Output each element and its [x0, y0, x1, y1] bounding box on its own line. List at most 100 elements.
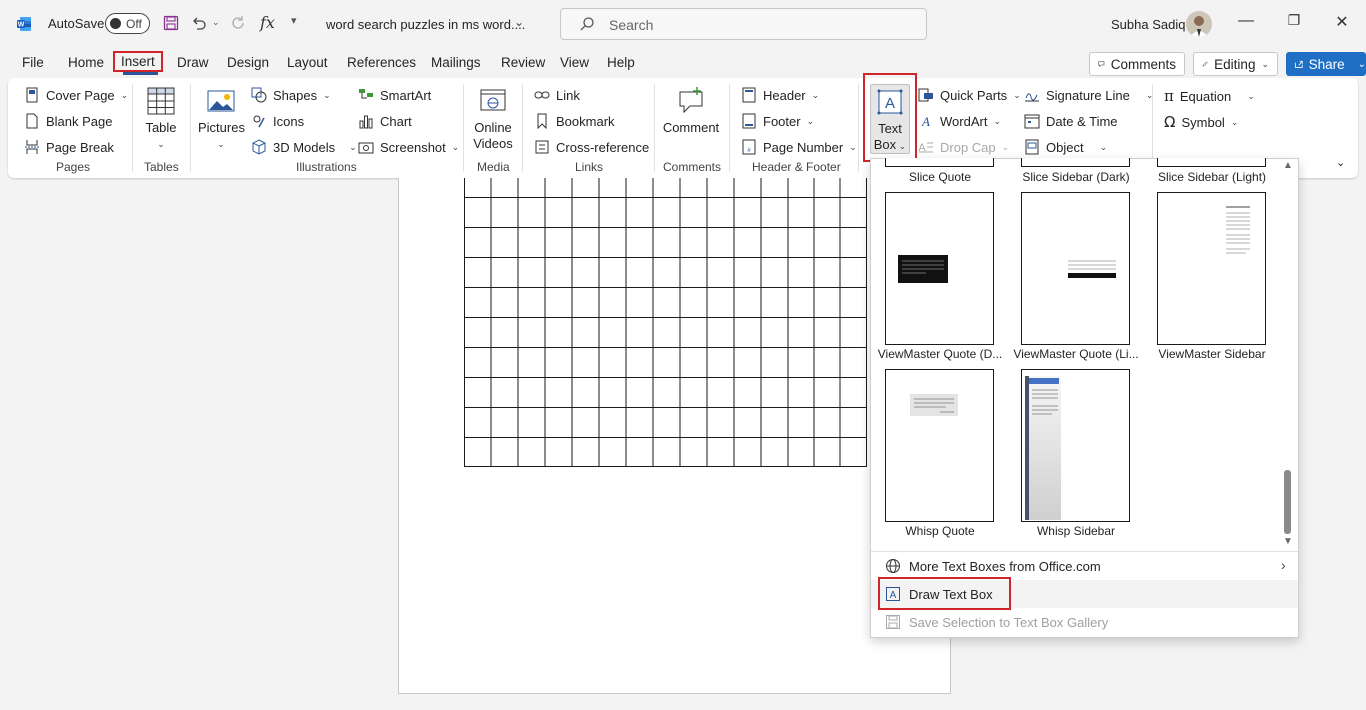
- restore-icon[interactable]: ❐: [1282, 12, 1306, 29]
- scroll-down-arrow-icon[interactable]: ▼: [1283, 536, 1293, 547]
- editing-button[interactable]: Editing ⌄: [1193, 52, 1278, 76]
- gallery-scrollbar[interactable]: ▲ ▼: [1281, 160, 1295, 548]
- user-name[interactable]: Subha Sadiq: [1111, 17, 1185, 32]
- thumbnail-slice-sidebar-dark[interactable]: [1021, 158, 1130, 167]
- minimize-icon[interactable]: —: [1234, 12, 1258, 30]
- signature-line-button[interactable]: Signature Line ⌄: [1024, 87, 1153, 103]
- comments-button[interactable]: Comments: [1089, 52, 1185, 76]
- object-button[interactable]: Object ⌄: [1024, 139, 1107, 155]
- autosave-toggle[interactable]: Off: [105, 13, 150, 34]
- tab-insert[interactable]: Insert: [113, 51, 163, 72]
- share-button[interactable]: Share ⌄: [1286, 52, 1366, 76]
- icons-icon: [253, 115, 265, 128]
- footer-button[interactable]: Footer ⌄: [741, 113, 814, 129]
- drop-cap-button[interactable]: A Drop Cap ⌄: [918, 139, 1009, 155]
- document-title[interactable]: word search puzzles in ms word....: [326, 17, 525, 32]
- tab-review[interactable]: Review: [501, 55, 545, 70]
- thumbnail-slice-sidebar-light[interactable]: [1157, 158, 1266, 167]
- tab-mailings[interactable]: Mailings: [431, 55, 481, 70]
- search-box[interactable]: Search: [560, 8, 927, 40]
- scrollbar-thumb[interactable]: [1284, 470, 1291, 534]
- customize-toolbar-icon[interactable]: ▾: [291, 14, 297, 27]
- chevron-down-icon[interactable]: ⌄: [1358, 59, 1366, 70]
- page-break-icon: [25, 140, 39, 154]
- save-icon[interactable]: [163, 15, 179, 31]
- online-videos-label-line1: Online: [474, 120, 512, 135]
- tab-design[interactable]: Design: [227, 55, 269, 70]
- date-time-button[interactable]: Date & Time: [1024, 113, 1118, 129]
- symbol-button[interactable]: Ω Symbol ⌄: [1164, 113, 1238, 131]
- thumbnail-whisp-quote[interactable]: [885, 369, 994, 522]
- save-selection-item[interactable]: Save Selection to Text Box Gallery: [871, 608, 1298, 636]
- undo-dropdown-chevron-icon[interactable]: ⌄: [212, 17, 220, 28]
- online-videos-button[interactable]: Online Videos: [470, 86, 516, 152]
- icons-button[interactable]: Icons: [251, 113, 304, 129]
- drop-cap-icon: A: [918, 142, 933, 154]
- date-time-label: Date & Time: [1046, 113, 1118, 129]
- pictures-button[interactable]: Pictures ⌄: [198, 86, 245, 152]
- comments-label: Comments: [1110, 56, 1176, 72]
- more-text-boxes-item[interactable]: More Text Boxes from Office.com ›: [871, 552, 1298, 580]
- 3d-cube-icon: [252, 139, 266, 155]
- quick-parts-button[interactable]: Quick Parts ⌄: [918, 87, 1021, 103]
- thumbnail-viewmaster-quote-light[interactable]: [1021, 192, 1130, 345]
- 3d-models-button[interactable]: 3D Models ⌄: [251, 139, 357, 155]
- group-label-tables: Tables: [144, 160, 179, 174]
- thumbnail-viewmaster-sidebar[interactable]: [1157, 192, 1266, 345]
- chevron-down-icon: ⌄: [1230, 116, 1239, 127]
- function-fx-icon[interactable]: fx: [260, 13, 275, 32]
- chart-button[interactable]: Chart: [358, 113, 412, 129]
- smartart-button[interactable]: SmartArt: [358, 87, 431, 103]
- 3d-models-label: 3D Models: [273, 139, 336, 155]
- chevron-down-icon: ⌄: [1099, 141, 1108, 152]
- ribbon-expand-chevron-icon[interactable]: ⌄: [1336, 156, 1345, 169]
- page-break-label: Page Break: [46, 139, 114, 155]
- tab-references[interactable]: References: [347, 55, 416, 70]
- pictures-label: Pictures: [198, 120, 245, 135]
- scroll-up-arrow-icon[interactable]: ▲: [1283, 160, 1293, 171]
- wordart-label: WordArt: [940, 113, 988, 129]
- avatar[interactable]: [1186, 11, 1212, 37]
- smartart-label: SmartArt: [380, 87, 432, 103]
- shapes-button[interactable]: Shapes ⌄: [251, 87, 331, 103]
- thumbnail-whisp-sidebar[interactable]: [1021, 369, 1130, 522]
- tab-home[interactable]: Home: [68, 55, 104, 70]
- undo-icon[interactable]: [190, 14, 208, 32]
- word-search-grid[interactable]: [464, 167, 868, 467]
- object-label: Object: [1046, 139, 1084, 155]
- thumbnail-slice-quote[interactable]: [885, 158, 994, 167]
- header-label: Header: [763, 87, 806, 103]
- bookmark-icon: [537, 113, 547, 129]
- blank-page-icon: [26, 113, 38, 129]
- redo-icon[interactable]: [229, 14, 247, 32]
- chevron-down-icon: ⌄: [349, 141, 357, 152]
- header-button[interactable]: Header ⌄: [741, 87, 819, 103]
- page-break-button[interactable]: Page Break: [24, 139, 114, 155]
- tab-help[interactable]: Help: [607, 55, 635, 70]
- table-button[interactable]: Table ⌄: [140, 86, 182, 152]
- link-button[interactable]: Link: [534, 87, 580, 103]
- bookmark-button[interactable]: Bookmark: [534, 113, 615, 129]
- screenshot-icon: [358, 142, 374, 154]
- chevron-down-icon: ⌄: [806, 115, 815, 126]
- tab-file[interactable]: File: [22, 55, 44, 70]
- tab-view[interactable]: View: [560, 55, 589, 70]
- screenshot-button[interactable]: Screenshot ⌄: [358, 139, 459, 155]
- title-bar: W AutoSave Off ⌄ fx ▾ word search puzzle…: [0, 0, 1366, 48]
- tab-layout[interactable]: Layout: [287, 55, 328, 70]
- tab-draw[interactable]: Draw: [177, 55, 209, 70]
- comment-icon: [1098, 61, 1105, 68]
- close-icon[interactable]: ✕: [1330, 12, 1354, 32]
- svg-text:W: W: [18, 22, 25, 29]
- cross-reference-button[interactable]: Cross-reference: [534, 139, 649, 155]
- page-number-button[interactable]: # Page Number ⌄: [741, 139, 857, 155]
- pi-icon: π: [1164, 87, 1174, 105]
- new-comment-button[interactable]: Comment: [662, 86, 720, 136]
- equation-button[interactable]: π Equation ⌄: [1164, 87, 1255, 105]
- blank-page-button[interactable]: Blank Page: [24, 113, 113, 129]
- wordart-button[interactable]: A WordArt ⌄: [918, 113, 1001, 130]
- whisp-quote-preview: [910, 394, 958, 416]
- chevron-down-icon[interactable]: ⌄: [514, 15, 524, 29]
- thumbnail-viewmaster-quote-dark[interactable]: [885, 192, 994, 345]
- cover-page-button[interactable]: Cover Page ⌄: [24, 87, 128, 103]
